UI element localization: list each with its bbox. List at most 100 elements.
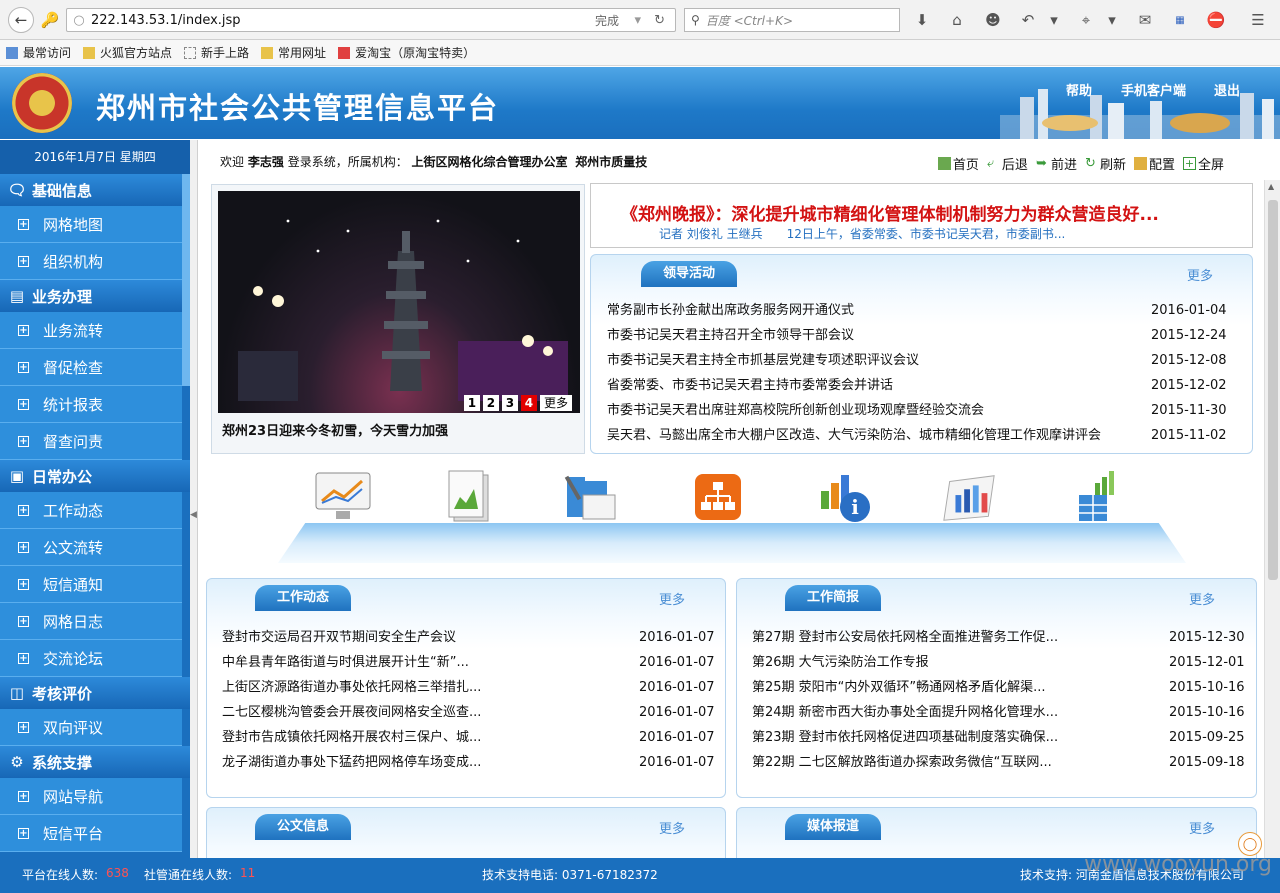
download-icon[interactable]: ⬇ — [912, 10, 932, 30]
search-input[interactable]: ⚲ 百度 <Ctrl+K> — [684, 8, 900, 32]
sidebar-item-organization[interactable]: + 组织机构 — [0, 243, 182, 280]
bookmark-common[interactable]: 常用网址 — [261, 44, 326, 61]
bar-chart-sheet-icon[interactable] — [940, 468, 998, 526]
bookmark-firefox[interactable]: 火狐官方站点 — [83, 44, 172, 61]
tab-document-info[interactable]: 公文信息 — [255, 814, 352, 840]
bookmark-most-visited[interactable]: 最常访问 — [6, 44, 71, 61]
headline-title[interactable]: 《郑州晚报》：深化提升城市精细化管理体制机制努力为群众营造良好... — [621, 200, 1159, 225]
page-scrollbar[interactable]: ▲ — [1264, 180, 1280, 858]
list-item[interactable]: 登封市告成镇依托网格开展农村三保户、城... 2016-01-07 — [207, 725, 727, 750]
sidebar-scrollbar[interactable] — [182, 174, 190, 386]
welcome-line: 欢迎 李志强 登录系统，所属机构： 上街区网格化综合管理办公室 郑州市质量技 — [220, 155, 648, 169]
undo-menu-icon[interactable]: ▾ — [1044, 10, 1064, 30]
sidebar-item-accountability[interactable]: + 督查问责 — [0, 423, 182, 460]
doc-more-link[interactable]: 更多 — [659, 818, 685, 837]
list-item[interactable]: 龙子湖街道办事处下猛药把网格停车场变成... 2016-01-07 — [207, 750, 727, 775]
config-button[interactable]: 配置 — [1133, 154, 1175, 173]
back-icon[interactable]: ← — [8, 7, 34, 33]
encoding-icon[interactable]: ▦ — [1170, 10, 1190, 30]
line-chart-monitor-icon[interactable] — [314, 468, 372, 526]
list-item[interactable]: 省委常委、市委书记吴天君主持市委常委会并讲话 2015-12-02 — [591, 373, 1254, 398]
sidebar-item-sms-platform[interactable]: + 短信平台 — [0, 815, 182, 852]
dropdown-icon[interactable]: ▾ — [634, 13, 641, 28]
forward-button[interactable]: ➥ 前进 — [1036, 154, 1077, 173]
crop-menu-icon[interactable]: ▾ — [1102, 10, 1122, 30]
list-item[interactable]: 第26期 大气污染防治工作专报 2015-12-01 — [737, 650, 1258, 675]
snow-tower-photo[interactable]: 1 2 3 4 更多 — [218, 191, 580, 413]
list-item[interactable]: 第23期 登封市依托网格促进四项基础制度落实确保... 2015-09-25 — [737, 725, 1258, 750]
section-daily-office[interactable]: ▣ 日常办公 — [0, 460, 190, 492]
fullscreen-button[interactable]: + 全屏 — [1182, 154, 1224, 173]
home-button[interactable]: 首页 — [937, 154, 979, 173]
sidebar-collapse-handle[interactable]: ◀ — [190, 140, 198, 858]
scroll-up-icon[interactable]: ▲ — [1268, 182, 1274, 191]
tab-work-brief[interactable]: 工作简报 — [785, 585, 882, 611]
slide-more-link[interactable]: 更多 — [539, 395, 572, 411]
bookmark-newbie[interactable]: 新手上路 — [184, 44, 249, 61]
list-item[interactable]: 二七区樱桃沟管委会开展夜间网格安全巡查... 2016-01-07 — [207, 700, 727, 725]
section-business[interactable]: ▤ 业务办理 — [0, 280, 190, 312]
section-evaluation[interactable]: ◫ 考核评价 — [0, 677, 190, 709]
spreadsheet-chart-icon[interactable] — [1066, 468, 1124, 526]
help-link[interactable]: 帮助 — [1066, 80, 1092, 99]
sidebar-item-grid-log[interactable]: + 网格日志 — [0, 603, 182, 640]
url-bar[interactable]: ○ 222.143.53.1/index.jsp 完成 ▾ ↻ — [66, 8, 676, 32]
org-chart-icon[interactable] — [689, 468, 747, 526]
folder-tools-icon[interactable] — [562, 468, 620, 526]
bookmark-taobao[interactable]: 爱淘宝（原淘宝特卖） — [338, 44, 475, 61]
menu-icon[interactable]: ☰ — [1248, 10, 1268, 30]
tab-leader-activities[interactable]: 领导活动 — [641, 261, 738, 287]
sidebar-item-supervise[interactable]: + 督促检查 — [0, 349, 182, 386]
list-item[interactable]: 上街区济源路街道办事处依托网格三举措扎... 2016-01-07 — [207, 675, 727, 700]
section-system[interactable]: ⚙ 系统支撑 — [0, 746, 190, 778]
back-button[interactable]: ⤶ 后退 — [987, 154, 1028, 173]
scroll-thumb[interactable] — [1268, 200, 1278, 580]
reload-icon[interactable]: ↻ — [654, 13, 665, 28]
tab-media-reports[interactable]: 媒体报道 — [785, 814, 882, 840]
slide-page-2[interactable]: 2 — [482, 395, 499, 411]
list-item[interactable]: 市委书记吴天君主持全市抓基层党建专项述职评议会议 2015-12-08 — [591, 348, 1254, 373]
sidebar-item-forum[interactable]: + 交流论坛 — [0, 640, 182, 677]
sidebar-item-grid-map[interactable]: + 网格地图 — [0, 206, 182, 243]
crop-icon[interactable]: ⌖ — [1076, 10, 1096, 30]
info-chart-icon[interactable]: i — [815, 468, 873, 526]
slide-page-1[interactable]: 1 — [463, 395, 480, 411]
site-title: 郑州市社会公共管理信息平台 — [96, 91, 500, 125]
slide-page-4[interactable]: 4 — [520, 395, 537, 411]
sidebar-item-sms[interactable]: + 短信通知 — [0, 566, 182, 603]
chat-icon[interactable]: ☻ — [983, 10, 1003, 30]
sidebar-item-work-news[interactable]: + 工作动态 — [0, 492, 182, 529]
comment-icon[interactable]: ✉ — [1135, 10, 1155, 30]
home-icon[interactable]: ⌂ — [947, 10, 967, 30]
work-more-link[interactable]: 更多 — [659, 589, 685, 608]
refresh-button[interactable]: ↻ 刷新 — [1085, 154, 1126, 173]
sidebar-item-reports[interactable]: + 统计报表 — [0, 386, 182, 423]
sidebar-item-workflow[interactable]: + 业务流转 — [0, 312, 182, 349]
sidebar-item-site-nav[interactable]: + 网站导航 — [0, 778, 182, 815]
leader-more-link[interactable]: 更多 — [1187, 265, 1213, 284]
list-item[interactable]: 中牟县青年路街道与时俱进展开计生“新”... 2016-01-07 — [207, 650, 727, 675]
section-basic-info[interactable]: 🗨 基础信息 — [0, 174, 190, 206]
list-item[interactable]: 第22期 二七区解放路街道办探索政务微信“互联网... 2015-09-18 — [737, 750, 1258, 775]
list-item[interactable]: 登封市交运局召开双节期间安全生产会议 2016-01-07 — [207, 625, 727, 650]
mobile-client-link[interactable]: 手机客户端 — [1121, 80, 1186, 99]
brief-more-link[interactable]: 更多 — [1189, 589, 1215, 608]
tab-work-news[interactable]: 工作动态 — [255, 585, 352, 611]
list-item[interactable]: 第25期 荥阳市“内外双循环”畅通网格矛盾化解渠... 2015-10-16 — [737, 675, 1258, 700]
photo-caption[interactable]: 郑州23日迎来今冬初雪，今天雪力加强 — [222, 420, 448, 439]
main-content: 欢迎 李志强 登录系统，所属机构： 上街区网格化综合管理办公室 郑州市质量技 首… — [198, 140, 1264, 858]
list-item[interactable]: 第27期 登封市公安局依托网格全面推进警务工作促... 2015-12-30 — [737, 625, 1258, 650]
list-item[interactable]: 第24期 新密市西大街办事处全面提升网格化管理水... 2015-10-16 — [737, 700, 1258, 725]
block-icon[interactable]: ⛔ — [1206, 10, 1226, 30]
undo-icon[interactable]: ↶ — [1018, 10, 1038, 30]
sidebar-item-review[interactable]: + 双向评议 — [0, 709, 182, 746]
document-chart-icon[interactable] — [440, 468, 498, 526]
slide-page-3[interactable]: 3 — [501, 395, 518, 411]
logout-link[interactable]: 退出 — [1214, 80, 1240, 99]
list-item[interactable]: 常务副市长孙金献出席政务服务网开通仪式 2016-01-04 — [591, 298, 1254, 323]
sidebar-item-documents[interactable]: + 公文流转 — [0, 529, 182, 566]
media-more-link[interactable]: 更多 — [1189, 818, 1215, 837]
list-item[interactable]: 吴天君、马懿出席全市大棚户区改造、大气污染防治、城市精细化管理工作观摩讲评会 20… — [591, 423, 1254, 448]
list-item[interactable]: 市委书记吴天君出席驻郑高校院所创新创业现场观摩暨经验交流会 2015-11-30 — [591, 398, 1254, 423]
list-item[interactable]: 市委书记吴天君主持召开全市领导干部会议 2015-12-24 — [591, 323, 1254, 348]
